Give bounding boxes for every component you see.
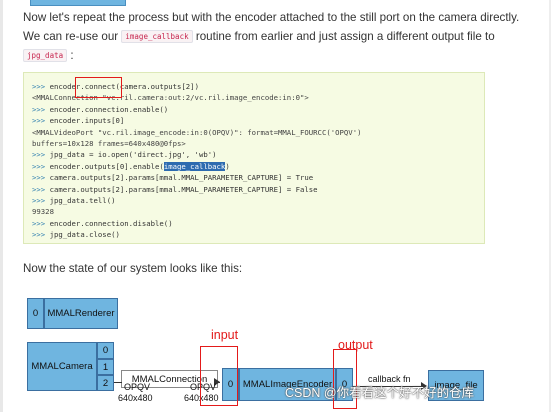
- code-selected-text: image_callback: [163, 161, 226, 171]
- code-line: >>> jpg_data.tell(): [32, 196, 115, 205]
- code-text: camera.outputs[2].params[mmal.MMAL_PARAM…: [49, 173, 314, 183]
- code-text: jpg_data.tell(): [49, 196, 116, 205]
- code-line: 99328: [32, 207, 54, 216]
- code-text: encoder.connection.disable(): [49, 218, 173, 228]
- code-line: >>> encoder.connection.enable(): [32, 105, 168, 114]
- code-line: >>> encoder.inputs[0]: [32, 116, 124, 125]
- code-prompt: >>>: [32, 116, 50, 126]
- input-highlight-box: [200, 346, 238, 406]
- intro-line-1: Now let's repeat the process but with th…: [23, 11, 520, 24]
- code-text: <MMALVideoPort "vc.ril.image_encode:in:0…: [32, 127, 362, 137]
- code-line: >>> encoder.connection.disable(): [32, 219, 173, 228]
- code-text: encoder.outputs[0].enable(: [49, 161, 164, 171]
- intro-line-2a: We can re-use our: [23, 30, 119, 43]
- code-text: encoder.inputs[0]: [49, 116, 125, 126]
- code-text: jpg_data.close(): [49, 230, 120, 240]
- connection-arrow-left: [114, 382, 122, 383]
- code-line: buffers=10x128 frames=640x480@0fps>: [32, 139, 186, 148]
- code-line: <MMALVideoPort "vc.ril.image_encode:in:0…: [32, 128, 361, 137]
- intro-paragraph: Now let's repeat the process but with th…: [23, 8, 523, 65]
- code-prompt: >>>: [32, 230, 50, 240]
- code-prompt: >>>: [32, 196, 50, 205]
- code-line: >>> camera.outputs[2].params[mmal.MMAL_P…: [32, 185, 318, 194]
- code-prompt: >>>: [32, 104, 50, 114]
- code-text: <MMALConnection "vc.ril.camera:out:2/vc.…: [32, 93, 309, 103]
- code-text: encoder.connection.enable(): [49, 104, 169, 114]
- watermark: CSDN @你看看这个好不好的仓库: [285, 386, 475, 400]
- code-line: >>> jpg_data = io.open('direct.jpg', 'wb…: [32, 150, 217, 159]
- camera-block: MMALCamera: [27, 342, 97, 391]
- inline-code-image-callback: image_callback: [121, 30, 193, 43]
- code-prompt: >>>: [32, 173, 50, 183]
- intro-line-2b: routine from earlier and just assign a d…: [195, 30, 495, 43]
- renderer-port-0: 0: [27, 298, 44, 329]
- code-prompt: >>>: [32, 218, 50, 228]
- renderer-block: MMALRenderer: [44, 298, 118, 329]
- code-text: 99328: [32, 207, 54, 217]
- intro-colon: :: [70, 49, 74, 62]
- code-prompt: >>>: [32, 82, 50, 91]
- camera-port-2: 2: [97, 375, 114, 391]
- code-text: buffers=10x128 frames=640x480@0fps>: [32, 139, 186, 148]
- input-annotation: input: [211, 328, 239, 342]
- code-rest: ): [225, 161, 230, 171]
- connect-highlight-box: [75, 77, 122, 98]
- code-line: >>> jpg_data.close(): [32, 230, 120, 239]
- code-prompt: >>>: [32, 184, 50, 194]
- previous-diagram-block: [30, 0, 126, 6]
- code-text: jpg_data = io.open('direct.jpg', 'wb'): [49, 150, 217, 160]
- code-line: <MMALConnection "vc.ril.camera:out:2/vc.…: [32, 93, 309, 102]
- camera-port-0: 0: [97, 342, 114, 359]
- left-size-label: 640x480: [118, 393, 153, 403]
- code-prompt: >>>: [32, 150, 50, 160]
- code-rest: camera.outputs[2]): [119, 82, 199, 91]
- system-diagram: 0 MMALRenderer MMALCamera 0 1 2 MMALConn…: [0, 290, 554, 412]
- code-prompt: >>>: [32, 161, 50, 171]
- code-line: >>> camera.outputs[2].params[mmal.MMAL_P…: [32, 173, 313, 182]
- inline-code-jpg-data: jpg_data: [23, 49, 68, 62]
- camera-port-1: 1: [97, 359, 114, 375]
- state-paragraph: Now the state of our system looks like t…: [23, 262, 243, 275]
- left-format-label: OPQV: [124, 382, 151, 392]
- code-text: camera.outputs[2].params[mmal.MMAL_PARAM…: [49, 184, 318, 194]
- code-line: >>> encoder.outputs[0].enable(image_call…: [32, 161, 230, 171]
